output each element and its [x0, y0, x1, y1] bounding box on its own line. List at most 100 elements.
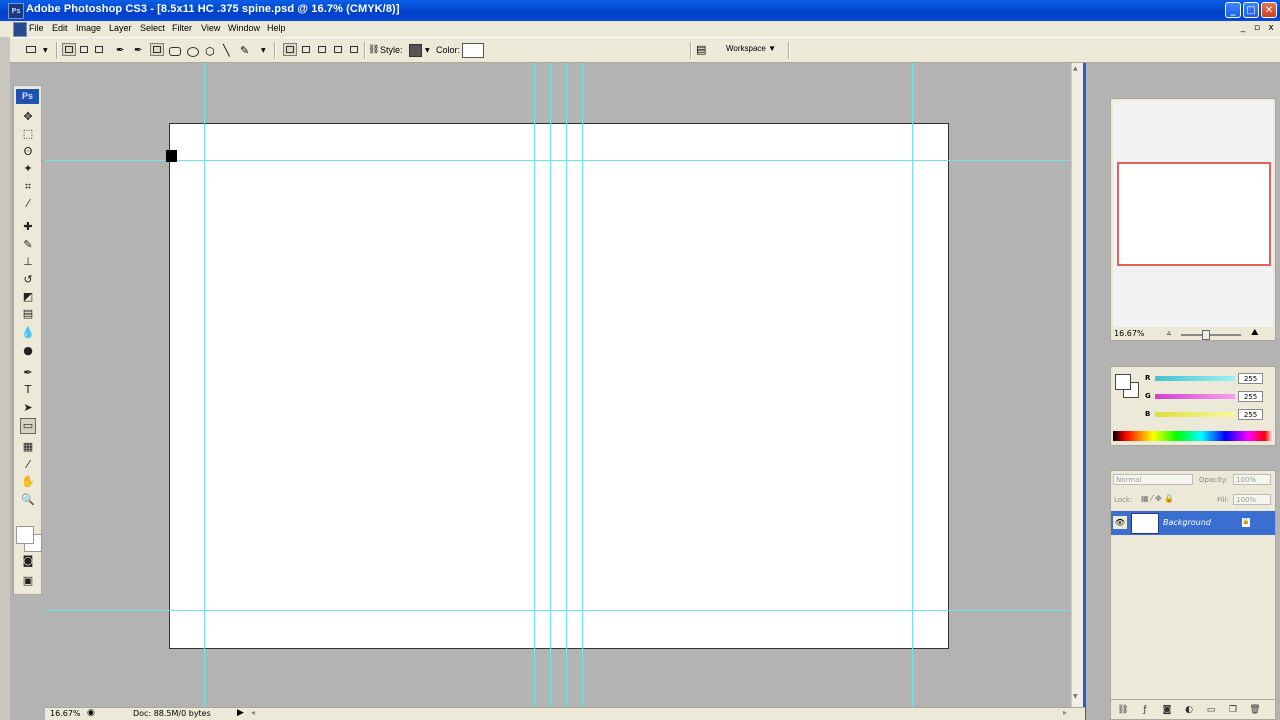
crop-icon[interactable]: ⌗ [21, 180, 35, 194]
freeform-pen-icon[interactable]: ✒ [134, 45, 142, 56]
move-icon[interactable]: ✥ [21, 110, 35, 124]
document-icon[interactable] [13, 22, 27, 37]
blur-icon[interactable]: 💧 [21, 326, 35, 340]
shape-icon[interactable]: ▭ [20, 418, 36, 434]
guide-horizontal[interactable] [45, 610, 1070, 611]
doc-minimize-button[interactable]: _ [1238, 23, 1248, 33]
healing-brush-icon[interactable]: ✚ [21, 220, 35, 234]
fill-pixels-button[interactable] [92, 43, 106, 56]
channel-r-slider[interactable] [1155, 376, 1235, 381]
subtract-shape-button[interactable] [315, 43, 329, 56]
scroll-right-icon[interactable]: ▸ [1063, 708, 1067, 717]
photoshop-badge-icon[interactable]: Ps [16, 89, 39, 104]
hand-icon[interactable]: ✋ [21, 475, 35, 489]
channel-g-slider[interactable] [1155, 394, 1235, 399]
polygon-icon[interactable]: ⬡ [205, 45, 215, 58]
layer-row-background[interactable]: 👁 Background 🔒 [1111, 511, 1275, 535]
adjustment-layer-icon[interactable]: ◐ [1183, 704, 1195, 716]
style-picker[interactable] [409, 44, 422, 57]
link-icon[interactable]: ⛓ [368, 45, 379, 55]
navigator-preview[interactable] [1113, 101, 1273, 327]
tool-preset-picker[interactable] [23, 43, 37, 56]
document-canvas[interactable] [169, 123, 949, 649]
channel-b-slider[interactable] [1155, 412, 1235, 417]
menu-layer[interactable]: Layer [109, 23, 132, 33]
menu-filter[interactable]: Filter [172, 23, 192, 33]
navigator-zoom-knob[interactable] [1202, 330, 1210, 340]
minimize-button[interactable]: _ [1225, 2, 1241, 18]
color-swatch[interactable] [462, 43, 484, 58]
link-layers-icon[interactable]: ⛓ [1117, 704, 1129, 716]
menu-image[interactable]: Image [76, 23, 101, 33]
palette-well-icon[interactable]: ▤ [696, 43, 706, 56]
channel-r-value[interactable]: 255 [1238, 373, 1263, 384]
create-new-shape-button[interactable] [283, 43, 297, 56]
status-zoom-field[interactable]: 16.67% [50, 709, 81, 718]
vertical-scrollbar[interactable]: ▲ ▼ [1071, 63, 1083, 707]
layer-style-icon[interactable]: ƒ [1139, 704, 1151, 716]
zoom-icon[interactable]: 🔍 [21, 493, 35, 507]
paths-button[interactable] [77, 43, 91, 56]
color-spectrum-bar[interactable] [1113, 431, 1273, 441]
eye-icon[interactable]: 👁 [1113, 516, 1127, 529]
path-selection-icon[interactable]: ➤ [21, 401, 35, 415]
delete-layer-icon[interactable]: 🗑 [1249, 704, 1261, 716]
menu-help[interactable]: Help [267, 23, 286, 33]
history-brush-icon[interactable]: ↺ [21, 273, 35, 287]
fill-field[interactable]: 100% [1233, 494, 1271, 505]
menu-window[interactable]: Window [228, 23, 260, 33]
lock-icons[interactable]: ▦ ⁄ ✥ 🔒 [1141, 494, 1174, 503]
clone-stamp-icon[interactable]: ⊥ [21, 255, 35, 269]
navigator-zoom-slider[interactable] [1181, 334, 1241, 336]
doc-restore-button[interactable]: ▫ [1252, 23, 1262, 33]
zoom-in-icon[interactable]: ⛰ [1251, 328, 1259, 338]
new-group-icon[interactable]: ▭ [1205, 704, 1217, 716]
screen-mode-icon[interactable]: ▣ [21, 574, 35, 588]
menu-edit[interactable]: Edit [52, 23, 68, 33]
line-icon[interactable]: ╲ [223, 44, 230, 57]
ellipse-icon[interactable] [187, 47, 199, 57]
geometry-options-dropdown-icon[interactable]: ▼ [261, 47, 266, 54]
status-menu-icon[interactable]: ◉ [87, 708, 95, 718]
channel-b-value[interactable]: 255 [1238, 409, 1263, 420]
menu-file[interactable]: File [29, 23, 44, 33]
slice-icon[interactable]: ⁄ [21, 197, 35, 211]
style-dropdown-icon[interactable]: ▼ [425, 47, 430, 54]
eyedropper-icon[interactable]: ⁄ [21, 458, 35, 472]
scroll-left-icon[interactable]: ◂ [251, 708, 255, 717]
shape-layers-button[interactable] [62, 43, 76, 56]
pen-tool-icon[interactable]: ✒ [116, 45, 124, 56]
menu-view[interactable]: View [201, 23, 220, 33]
exclude-shape-button[interactable] [347, 43, 361, 56]
layer-mask-icon[interactable]: ◙ [1161, 704, 1173, 716]
zoom-out-icon[interactable]: ▵ [1167, 328, 1171, 337]
quick-mask-icon[interactable]: ◙ [21, 554, 35, 568]
blend-mode-select[interactable]: Normal [1113, 474, 1193, 485]
magic-wand-icon[interactable]: ✦ [21, 162, 35, 176]
color-panel-foreground-swatch[interactable] [1115, 374, 1131, 390]
channel-g-value[interactable]: 255 [1238, 391, 1263, 402]
dodge-icon[interactable]: ● [21, 344, 35, 358]
brush-icon[interactable]: ✎ [21, 238, 35, 252]
maximize-button[interactable]: □ [1243, 2, 1259, 18]
gradient-icon[interactable]: ▤ [21, 307, 35, 321]
rounded-rectangle-icon[interactable] [169, 47, 181, 56]
workspace-menu[interactable]: Workspace ▼ [726, 44, 776, 53]
status-arrow-icon[interactable]: ▶ [237, 708, 244, 718]
tool-preset-dropdown-icon[interactable]: ▼ [43, 47, 48, 54]
eraser-icon[interactable]: ◩ [21, 290, 35, 304]
opacity-field[interactable]: 100% [1233, 474, 1271, 485]
doc-close-button[interactable]: x [1266, 23, 1276, 33]
navigator-zoom-field[interactable]: 16.67% [1114, 329, 1164, 339]
anchor-point[interactable] [166, 150, 177, 162]
close-button[interactable]: ✕ [1261, 2, 1277, 18]
intersect-shape-button[interactable] [331, 43, 345, 56]
menu-select[interactable]: Select [140, 23, 165, 33]
foreground-color-swatch[interactable] [16, 526, 34, 544]
scroll-down-icon[interactable]: ▼ [1073, 693, 1078, 700]
pen-icon[interactable]: ✒ [21, 366, 35, 380]
marquee-icon[interactable]: ⬚ [21, 127, 35, 141]
new-layer-icon[interactable]: ❐ [1227, 704, 1239, 716]
guide-horizontal[interactable] [45, 160, 1070, 161]
rectangle-tool-button[interactable] [150, 43, 164, 56]
